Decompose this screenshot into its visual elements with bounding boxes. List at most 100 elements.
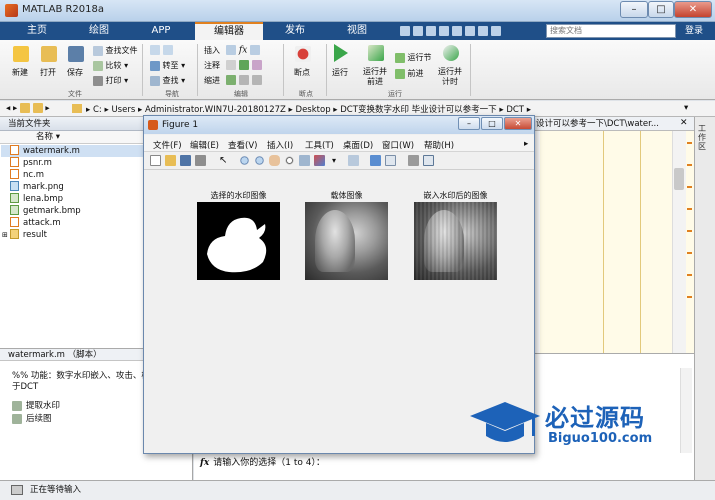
menu-window[interactable]: 窗口(W): [382, 139, 414, 151]
watermarked-image: [414, 202, 497, 280]
zoom-in-icon[interactable]: [239, 155, 250, 166]
menu-desktop[interactable]: 桌面(D): [343, 139, 373, 151]
search-docs-input[interactable]: 搜索文档: [546, 24, 676, 38]
command-prompt[interactable]: fx 请输入你的选择（1 to 4）：: [200, 455, 325, 468]
menu-file[interactable]: 文件(F): [153, 139, 182, 151]
editor-scrollbar-thumb[interactable]: [674, 168, 684, 190]
run-section-button[interactable]: 运行节: [395, 52, 432, 63]
advance-icon: [395, 68, 405, 79]
open-button[interactable]: 打开: [40, 67, 56, 78]
path-segment[interactable]: DCT变换数字水印 毕业设计可以参考一下: [340, 105, 496, 115]
tab-editor[interactable]: 编辑器: [195, 22, 263, 40]
pointer-icon[interactable]: ↖: [219, 155, 230, 166]
toolstrip-separator: [470, 44, 471, 96]
new-figure-icon[interactable]: [150, 155, 161, 166]
path-segment[interactable]: Desktop: [296, 105, 331, 115]
find-files-button[interactable]: 查找文件: [93, 45, 138, 56]
group-navigate-label: 导航: [165, 90, 179, 98]
file-name: lena.bmp: [23, 194, 63, 204]
run-and-time-button[interactable]: 运行并 计时: [438, 67, 462, 87]
advance-button[interactable]: 前进: [395, 68, 424, 79]
run-advance-button[interactable]: 运行并 前进: [363, 67, 387, 87]
insert-button[interactable]: 插入: [204, 45, 220, 56]
tab-publish[interactable]: 发布: [266, 22, 324, 40]
back-forward-buttons[interactable]: ◂ ▸ ▸: [6, 103, 50, 114]
hide-plot-tools-icon[interactable]: [408, 155, 419, 166]
zoom-out-icon[interactable]: [254, 155, 265, 166]
new-button[interactable]: 新建: [12, 67, 28, 78]
address-dropdown-icon[interactable]: ▾: [684, 103, 688, 113]
menu-insert[interactable]: 插入(I): [267, 139, 293, 151]
editor-body[interactable]: [540, 131, 694, 353]
path-segment[interactable]: Users: [111, 105, 135, 115]
rotate-icon[interactable]: [284, 155, 295, 166]
address-path[interactable]: ▸ C: ▸ Users ▸ Administrator.WIN7U-20180…: [86, 103, 531, 115]
maximize-button[interactable]: □: [648, 1, 674, 18]
details-item[interactable]: 后续图: [12, 412, 52, 424]
figure-maximize-button[interactable]: □: [481, 117, 503, 130]
close-button[interactable]: ✕: [674, 1, 712, 18]
menu-help[interactable]: 帮助(H): [424, 139, 454, 151]
image-file-icon: [10, 181, 19, 191]
file-item[interactable]: attack.m: [10, 217, 61, 229]
brush-dropdown-icon[interactable]: ▾: [332, 155, 343, 166]
breakpoints-button[interactable]: 断点: [294, 67, 310, 78]
login-button[interactable]: 登录: [679, 24, 709, 38]
print-figure-icon[interactable]: [195, 155, 206, 166]
expand-icon[interactable]: ⊞: [2, 231, 8, 239]
pan-hand-icon[interactable]: [269, 155, 280, 166]
increase-indent-icon: [238, 75, 249, 85]
colorbar-icon[interactable]: [370, 155, 381, 166]
editor-scrollbar[interactable]: [672, 131, 686, 353]
data-cursor-icon[interactable]: [299, 155, 310, 166]
file-item[interactable]: getmark.bmp: [10, 205, 81, 217]
figure-close-button[interactable]: ✕: [504, 117, 532, 130]
tab-view[interactable]: 视图: [328, 22, 386, 40]
comment-button[interactable]: 注释: [204, 60, 220, 71]
show-plot-tools-icon[interactable]: [423, 155, 434, 166]
file-item[interactable]: psnr.m: [10, 157, 52, 169]
matlab-logo-icon: [5, 4, 18, 17]
file-item[interactable]: mark.png: [10, 181, 64, 193]
file-item[interactable]: nc.m: [10, 169, 44, 181]
menu-overflow-icon[interactable]: ▸: [524, 139, 528, 149]
brush-icon[interactable]: [314, 155, 325, 166]
tab-apps[interactable]: APP: [132, 22, 190, 40]
folder-item[interactable]: ⊞ result: [2, 229, 47, 241]
save-button[interactable]: 保存: [67, 67, 83, 78]
close-editor-icon[interactable]: ✕: [680, 118, 688, 128]
path-segment[interactable]: C:: [93, 105, 102, 115]
menu-view[interactable]: 查看(V): [228, 139, 257, 151]
comment-icon: [226, 60, 236, 70]
path-segment[interactable]: DCT: [506, 105, 524, 115]
indent-button[interactable]: 缩进: [204, 75, 220, 86]
image-file-icon: [10, 205, 19, 215]
fx-icon: fx: [238, 45, 248, 56]
minimize-button[interactable]: –: [620, 1, 648, 18]
nav-arrows[interactable]: [150, 45, 173, 55]
save-figure-icon[interactable]: [180, 155, 191, 166]
run-time-icon: [443, 45, 459, 61]
menu-edit[interactable]: 编辑(E): [190, 139, 219, 151]
compare-button[interactable]: 比较 ▾: [93, 60, 128, 71]
open-folder-icon: [41, 46, 57, 62]
file-item[interactable]: watermark.m: [10, 145, 80, 157]
path-segment[interactable]: Administrator.WIN7U-20180127Z: [145, 105, 286, 115]
run-button[interactable]: 运行: [332, 67, 348, 78]
command-scrollbar[interactable]: [680, 368, 692, 453]
details-item-label: 提取水印: [26, 401, 61, 411]
open-file-icon[interactable]: [165, 155, 176, 166]
menu-tools[interactable]: 工具(T): [305, 139, 334, 151]
link-plot-icon[interactable]: [348, 155, 359, 166]
figure-minimize-button[interactable]: –: [458, 117, 480, 130]
workspace-tab[interactable]: 工作区: [698, 124, 710, 151]
details-item[interactable]: 提取水印: [12, 399, 60, 411]
tab-plots[interactable]: 绘图: [70, 22, 128, 40]
goto-button[interactable]: 转至 ▾: [150, 60, 185, 71]
legend-icon[interactable]: [385, 155, 396, 166]
file-item[interactable]: lena.bmp: [10, 193, 63, 205]
smart-indent-icon: [226, 75, 236, 85]
find-button[interactable]: 查找 ▾: [150, 75, 185, 86]
tab-home[interactable]: 主页: [8, 22, 66, 40]
print-button[interactable]: 打印 ▾: [93, 75, 128, 86]
